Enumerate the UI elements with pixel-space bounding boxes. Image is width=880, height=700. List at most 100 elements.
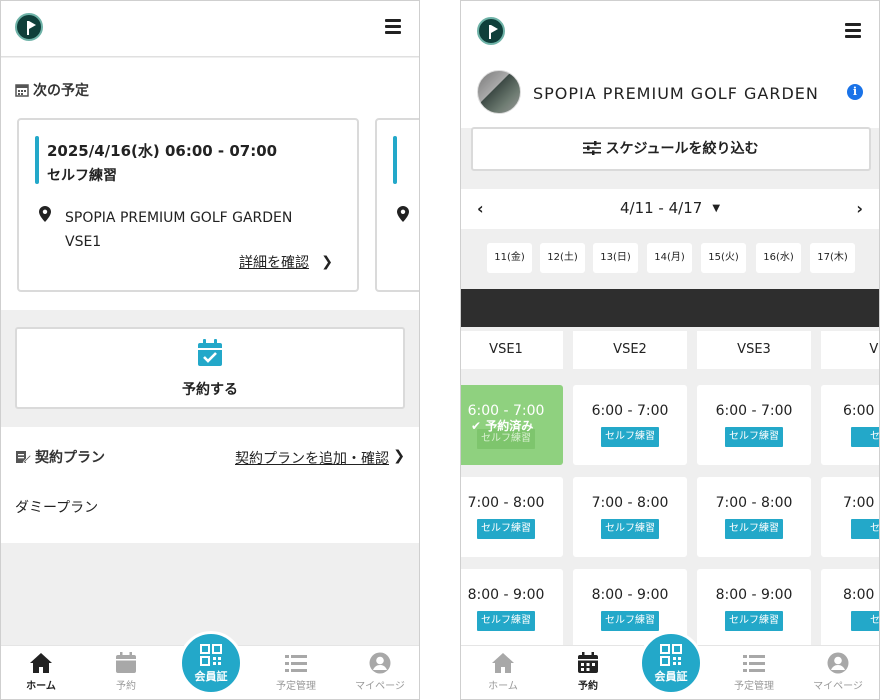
nav-reserve-label: 予約 (578, 681, 598, 692)
slot-time: 7:00 - 8:00 (467, 495, 545, 511)
bottom-navigation: ホーム 予約 会員証 予定管理 マイページ (1, 631, 419, 699)
slot-tag: セルフ練習 (601, 519, 659, 539)
calendar-icon (15, 84, 29, 97)
slot-tag: セルフ練習 (477, 611, 535, 631)
calendar-check-icon (198, 339, 222, 366)
time-slot[interactable]: 6:00 - 7:00 セルフ練習 (573, 385, 687, 465)
place-booth: VSE1 (65, 234, 102, 250)
venue-name: SPOPIA PREMIUM GOLF GARDEN (533, 84, 819, 103)
time-slot[interactable]: 7:00 - 8:00 セルフ練習 (573, 477, 687, 557)
chevron-right-icon[interactable]: ❯ (393, 448, 405, 464)
slot-time: 7:00 (843, 495, 875, 511)
chevron-right-icon[interactable]: › (856, 199, 863, 218)
home-screen: 次の予定 2025/4/16(水) 06:00 - 07:00 セルフ練習 SP… (0, 0, 420, 700)
bottom-navigation: ホーム 予約 会員証 予定管理 マイページ (461, 631, 879, 699)
schedule-type: セルフ練習 (47, 168, 117, 184)
time-slot[interactable]: 8:00 セル (821, 569, 879, 647)
info-icon[interactable]: i (847, 84, 863, 100)
nav-reserve[interactable]: 予約 (91, 652, 161, 692)
reserve-button[interactable]: 予約する (15, 327, 405, 409)
app-header (1, 1, 419, 57)
reserve-label: 予約する (182, 382, 238, 398)
slot-tag: セルフ練習 (725, 611, 783, 631)
qr-code-icon (660, 644, 682, 666)
column-header: VSE3 (697, 331, 811, 369)
time-slot[interactable]: 7:00 - 8:00 セルフ練習 (697, 477, 811, 557)
time-slot[interactable]: 7:00 - 8:00 セルフ練習 (461, 477, 563, 557)
calendar-icon (116, 652, 136, 673)
list-icon (743, 655, 765, 672)
venue-header: SPOPIA PREMIUM GOLF GARDEN i (461, 58, 879, 128)
detail-link[interactable]: 詳細を確認 (239, 252, 309, 272)
nav-schedule[interactable]: 予定管理 (719, 652, 789, 692)
slot-time: 6:00 - 7:00 (715, 403, 793, 419)
nav-schedule[interactable]: 予定管理 (261, 652, 331, 692)
golf-logo-icon[interactable] (477, 17, 505, 45)
edit-document-icon (16, 451, 31, 464)
slot-tag: セルフ練習 (601, 427, 659, 447)
plan-item: ダミープラン (15, 500, 99, 516)
day-tab[interactable]: 17(木) (810, 243, 855, 273)
nav-mypage-label: マイページ (355, 681, 405, 692)
menu-icon[interactable] (385, 19, 401, 34)
home-icon (30, 653, 52, 673)
schedule-card[interactable]: 2025/4/16(水) 06:00 - 07:00 セルフ練習 SPOPIA … (17, 118, 359, 292)
booked-label: 予約済み (485, 419, 534, 433)
slot-time: 7:00 - 8:00 (715, 495, 793, 511)
menu-icon[interactable] (845, 23, 861, 38)
reserve-screen: SPOPIA PREMIUM GOLF GARDEN i スケジュールを絞り込む… (460, 0, 880, 700)
next-schedule-section: 次の予定 2025/4/16(水) 06:00 - 07:00 セルフ練習 SP… (1, 58, 419, 310)
list-icon (285, 655, 307, 672)
nav-home-label: ホーム (26, 681, 56, 692)
day-tab[interactable]: 12(土) (540, 243, 585, 273)
nav-reserve[interactable]: 予約 (553, 652, 623, 692)
caret-down-icon: ▼ (712, 203, 721, 214)
column-header: VSE1 (461, 331, 563, 369)
plan-label: 契約プラン (35, 450, 105, 466)
day-tab[interactable]: 13(日) (593, 243, 638, 273)
schedule-place: SPOPIA PREMIUM GOLF GARDEN VSE1 (65, 206, 292, 254)
plan-section: 契約プラン 契約プランを追加・確認 ❯ ダミープラン (1, 427, 419, 543)
week-range-label: 4/11 - 4/17 (619, 199, 703, 217)
slot-time: 8:00 - 9:00 (467, 587, 545, 603)
home-icon (492, 653, 514, 673)
filter-schedule-button[interactable]: スケジュールを絞り込む (471, 127, 871, 171)
time-slot[interactable]: 6:00 - 7:00 セルフ練習 (697, 385, 811, 465)
time-slot[interactable]: 7:00 セル (821, 477, 879, 557)
week-range[interactable]: 4/11 - 4/17 ▼ (461, 199, 879, 217)
nav-mypage[interactable]: マイページ (345, 652, 415, 692)
golf-logo-icon[interactable] (15, 13, 43, 41)
next-schedule-title: 次の予定 (15, 80, 89, 100)
slot-tag: セルフ練習 (725, 519, 783, 539)
day-tab[interactable]: 15(火) (701, 243, 746, 273)
plan-add-link[interactable]: 契約プランを追加・確認 (235, 448, 389, 468)
day-tab[interactable]: 14(月) (647, 243, 692, 273)
day-tab[interactable]: 16(水) (756, 243, 801, 273)
slot-time: 8:00 - 9:00 (715, 587, 793, 603)
app-header (461, 1, 879, 59)
time-slot[interactable]: 6:00 セル (821, 385, 879, 465)
time-slot[interactable]: 8:00 - 9:00 セルフ練習 (461, 569, 563, 647)
nav-member-card[interactable]: 会員証 (639, 631, 703, 695)
card-accent-bar (35, 136, 39, 184)
card-accent-bar (393, 136, 397, 184)
day-tab[interactable]: 11(金) (487, 243, 532, 273)
schedule-card-next[interactable] (375, 118, 419, 292)
slot-tag: セル (851, 519, 879, 539)
time-slot-booked[interactable]: 6:00 - 7:00 セルフ練習 ✔ 予約済み (461, 385, 563, 465)
nav-mypage[interactable]: マイページ (803, 652, 873, 692)
qr-code-icon (200, 644, 222, 666)
slot-tag: セル (851, 611, 879, 631)
nav-member-card[interactable]: 会員証 (179, 631, 243, 695)
chevron-right-icon[interactable]: ❯ (321, 254, 333, 270)
nav-home[interactable]: ホーム (468, 652, 538, 692)
schedule-datetime: 2025/4/16(水) 06:00 - 07:00 (47, 142, 278, 160)
nav-home[interactable]: ホーム (6, 652, 76, 692)
calendar-icon (578, 652, 598, 673)
column-header: VS (821, 331, 879, 369)
time-slot[interactable]: 8:00 - 9:00 セルフ練習 (697, 569, 811, 647)
venue-avatar (477, 70, 521, 114)
week-selector: ‹ 4/11 - 4/17 ▼ › (461, 189, 879, 229)
slot-time: 7:00 - 8:00 (591, 495, 669, 511)
nav-mypage-label: マイページ (813, 681, 863, 692)
